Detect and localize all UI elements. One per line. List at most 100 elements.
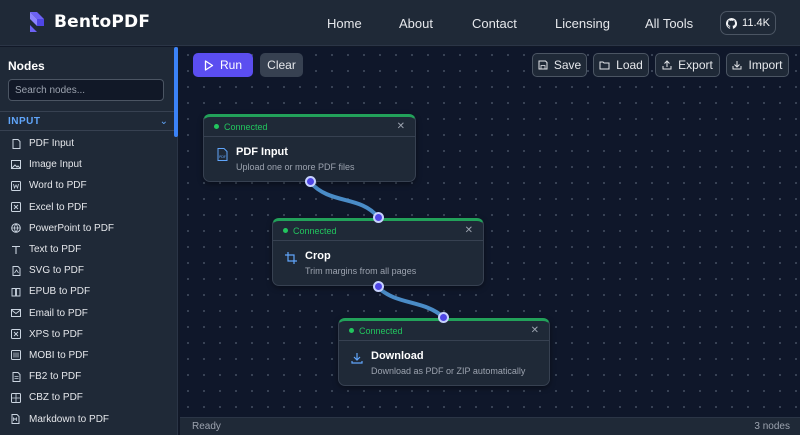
sidebar-item-svg-to-pdf[interactable]: SVG to PDF bbox=[0, 260, 176, 281]
file-pdf-icon bbox=[11, 138, 21, 149]
sidebar-item-label: PDF Input bbox=[29, 138, 75, 150]
node-crop[interactable]: Connected ✕ Crop Trim margins from all p… bbox=[272, 218, 484, 286]
sidebar-item-label: FB2 to PDF bbox=[29, 371, 82, 383]
sidebar-item-label: EPUB to PDF bbox=[29, 286, 91, 298]
sidebar-item-label: Excel to PDF bbox=[29, 201, 88, 213]
sidebar-item-label: Image Input bbox=[29, 159, 82, 171]
sidebar-item-xps-to-pdf[interactable]: XPS to PDF bbox=[0, 324, 176, 345]
toolbar-left: Run Clear bbox=[193, 53, 303, 77]
sidebar-item-label: Text to PDF bbox=[29, 244, 82, 256]
text-icon bbox=[11, 245, 21, 255]
sidebar-item-markdown-to-pdf[interactable]: Markdown to PDF bbox=[0, 408, 176, 429]
export-button[interactable]: Export bbox=[655, 53, 720, 77]
top-navbar: BentoPDF Home About Contact Licensing Al… bbox=[0, 0, 800, 46]
sidebar-item-label: MOBI to PDF bbox=[29, 349, 89, 361]
github-stars-button[interactable]: 11.4K bbox=[720, 11, 776, 35]
sidebar-item-fb2-to-pdf[interactable]: FB2 to PDF bbox=[0, 366, 176, 387]
comic-archive-icon bbox=[11, 392, 21, 403]
import-button[interactable]: Import bbox=[726, 53, 789, 77]
sidebar-item-label: Markdown to PDF bbox=[29, 413, 110, 425]
import-label: Import bbox=[748, 58, 783, 72]
import-icon bbox=[732, 61, 742, 70]
node-title: Download bbox=[371, 350, 424, 362]
brand[interactable]: BentoPDF bbox=[28, 10, 150, 34]
sidebar-item-label: Word to PDF bbox=[29, 180, 87, 192]
status-badge: Connected bbox=[283, 226, 337, 236]
node-count: 3 nodes bbox=[754, 421, 790, 432]
status-label: Connected bbox=[293, 225, 337, 236]
sidebar-item-excel-to-pdf[interactable]: Excel to PDF bbox=[0, 197, 176, 218]
pdf-input-output-port[interactable] bbox=[305, 176, 316, 187]
download-icon bbox=[350, 351, 364, 365]
export-icon bbox=[662, 60, 672, 70]
run-label: Run bbox=[219, 58, 242, 72]
download-input-port[interactable] bbox=[438, 312, 449, 323]
save-label: Save bbox=[553, 58, 582, 72]
book-icon bbox=[11, 287, 21, 297]
nodes-sidebar: Nodes INPUT ⌄ PDF Input Image Input Word… bbox=[0, 47, 178, 435]
status-bar: Ready 3 nodes bbox=[180, 417, 800, 435]
node-title: Crop bbox=[305, 250, 331, 262]
node-download[interactable]: Connected ✕ Download Download as PDF or … bbox=[338, 318, 550, 386]
sidebar-item-text-to-pdf[interactable]: Text to PDF bbox=[0, 239, 176, 260]
globe-icon bbox=[11, 223, 21, 234]
sidebar-item-email-to-pdf[interactable]: Email to PDF bbox=[0, 303, 176, 324]
node-description: Download as PDF or ZIP automatically bbox=[371, 366, 526, 376]
nav-contact[interactable]: Contact bbox=[472, 16, 517, 31]
sidebar-item-pdf-input[interactable]: PDF Input bbox=[0, 133, 176, 154]
status-dot bbox=[214, 124, 219, 129]
sidebar-scrollbar[interactable] bbox=[174, 47, 178, 137]
sidebar-item-cbz-to-pdf[interactable]: CBZ to PDF bbox=[0, 387, 176, 408]
pdf-file-icon: PDF bbox=[215, 147, 229, 161]
crop-input-port[interactable] bbox=[373, 212, 384, 223]
export-label: Export bbox=[678, 58, 713, 72]
close-icon[interactable]: ✕ bbox=[465, 225, 473, 236]
node-header: Connected ✕ bbox=[273, 221, 483, 241]
email-icon bbox=[11, 308, 21, 318]
chevron-down-icon: ⌄ bbox=[159, 115, 168, 127]
node-header: Connected ✕ bbox=[204, 117, 415, 137]
sidebar-item-label: Email to PDF bbox=[29, 307, 88, 319]
status-text: Ready bbox=[192, 421, 221, 432]
nav-licensing[interactable]: Licensing bbox=[555, 16, 610, 31]
search-nodes-input[interactable] bbox=[8, 79, 164, 101]
close-icon[interactable]: ✕ bbox=[531, 325, 539, 336]
node-description: Trim margins from all pages bbox=[305, 266, 417, 276]
spreadsheet-icon bbox=[11, 202, 21, 213]
nav-all-tools[interactable]: All Tools bbox=[645, 16, 693, 31]
status-badge: Connected bbox=[349, 326, 403, 336]
sidebar-item-image-input[interactable]: Image Input bbox=[0, 154, 176, 175]
save-button[interactable]: Save bbox=[532, 53, 587, 77]
markdown-icon bbox=[11, 414, 21, 425]
play-icon bbox=[204, 59, 214, 71]
fb2-file-icon bbox=[11, 371, 21, 382]
status-dot bbox=[283, 228, 288, 233]
sidebar-item-word-to-pdf[interactable]: Word to PDF bbox=[0, 175, 176, 196]
close-icon[interactable]: ✕ bbox=[397, 121, 405, 132]
clear-button[interactable]: Clear bbox=[260, 53, 303, 77]
sidebar-item-label: PowerPoint to PDF bbox=[29, 222, 115, 234]
github-icon bbox=[726, 17, 738, 29]
nav-about[interactable]: About bbox=[399, 16, 433, 31]
save-icon bbox=[538, 60, 548, 70]
svg-file-icon bbox=[11, 265, 21, 276]
category-label: INPUT bbox=[8, 115, 41, 127]
sidebar-item-mobi-to-pdf[interactable]: MOBI to PDF bbox=[0, 345, 176, 366]
nav-home[interactable]: Home bbox=[327, 16, 362, 31]
load-button[interactable]: Load bbox=[593, 53, 649, 77]
run-button[interactable]: Run bbox=[193, 53, 253, 77]
status-label: Connected bbox=[224, 121, 268, 132]
sidebar-item-label: CBZ to PDF bbox=[29, 392, 83, 404]
node-list: PDF Input Image Input Word to PDF Excel … bbox=[0, 133, 176, 430]
node-body: Download Download as PDF or ZIP automati… bbox=[339, 341, 549, 376]
sidebar-item-powerpoint-to-pdf[interactable]: PowerPoint to PDF bbox=[0, 218, 176, 239]
ebook-icon bbox=[11, 350, 21, 361]
status-label: Connected bbox=[359, 325, 403, 336]
bentopdf-logo-icon bbox=[30, 12, 44, 32]
svg-text:PDF: PDF bbox=[219, 155, 226, 159]
category-header-input[interactable]: INPUT ⌄ bbox=[0, 111, 176, 131]
node-pdf-input[interactable]: Connected ✕ PDF PDF Input Upload one or … bbox=[203, 114, 416, 182]
crop-output-port[interactable] bbox=[373, 281, 384, 292]
github-stars-count: 11.4K bbox=[742, 17, 770, 29]
sidebar-item-epub-to-pdf[interactable]: EPUB to PDF bbox=[0, 281, 176, 302]
